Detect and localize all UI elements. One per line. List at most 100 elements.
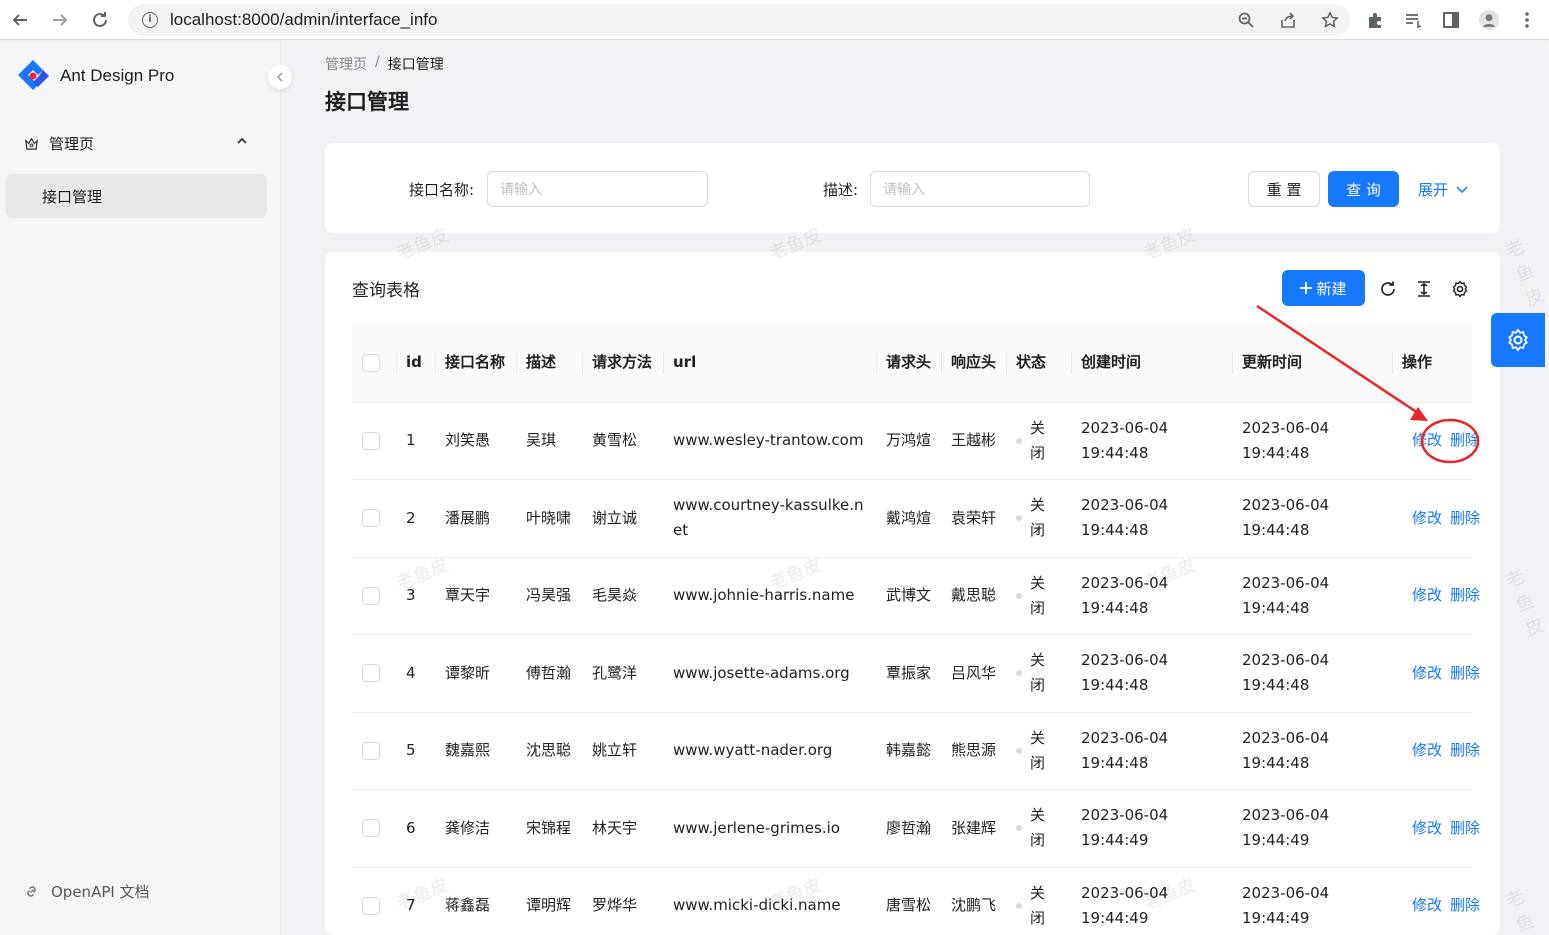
row-checkbox[interactable] xyxy=(362,664,380,683)
column-header-desc[interactable]: 描述 xyxy=(516,324,582,403)
cell-url: www.wesley-trantow.com xyxy=(663,402,876,480)
row-checkbox[interactable] xyxy=(362,586,380,605)
table-header-row: id 接口名称 描述 请求方法 url 请求头 响应头 状态 创建时间 更新时间… xyxy=(352,324,1472,403)
site-info-icon[interactable]: i xyxy=(142,12,158,28)
row-checkbox[interactable] xyxy=(362,431,380,450)
column-height-icon[interactable] xyxy=(1414,279,1434,299)
delete-link[interactable]: 删除 xyxy=(1450,896,1480,914)
collapse-sidebar-button[interactable] xyxy=(268,65,292,89)
column-header-request-header[interactable]: 请求头 xyxy=(876,324,941,403)
openapi-docs-link[interactable]: OpenAPI 文档 xyxy=(24,881,150,902)
back-icon[interactable] xyxy=(0,0,40,40)
menu-group-admin[interactable]: 管理页 xyxy=(6,123,268,163)
row-checkbox[interactable] xyxy=(362,509,380,528)
plus-icon xyxy=(1300,282,1313,294)
updated-time: 19:44:48 xyxy=(1242,753,1310,772)
address-bar[interactable]: i localhost:8000/admin/interface_info xyxy=(128,4,1350,36)
reload-table-icon[interactable] xyxy=(1378,279,1398,299)
column-header-method[interactable]: 请求方法 xyxy=(582,324,663,403)
name-search-input[interactable]: 请输入 xyxy=(487,171,708,207)
cell-name: 谭黎昕 xyxy=(435,634,516,713)
status-dot-icon xyxy=(1016,515,1022,522)
delete-link[interactable]: 删除 xyxy=(1450,819,1480,837)
row-select-cell[interactable] xyxy=(352,712,396,790)
cell-request-header: 唐雪松 xyxy=(876,867,941,935)
app-logo[interactable]: Ant Design Pro xyxy=(14,57,174,95)
row-checkbox[interactable] xyxy=(362,741,380,760)
desc-search-placeholder: 请输入 xyxy=(883,182,925,198)
browser-menu-icon[interactable] xyxy=(1517,10,1537,30)
edit-link[interactable]: 修改 xyxy=(1412,664,1442,682)
new-button[interactable]: 新建 xyxy=(1282,270,1365,306)
cell-method: 姚立轩 xyxy=(582,712,663,790)
extensions-icon[interactable] xyxy=(1365,10,1385,30)
bookmark-star-icon[interactable] xyxy=(1320,10,1340,30)
delete-link[interactable]: 删除 xyxy=(1450,431,1480,449)
row-select-cell[interactable] xyxy=(352,479,396,558)
updated-date: 2023-06-04 xyxy=(1242,651,1330,670)
column-header-name[interactable]: 接口名称 xyxy=(435,324,516,403)
cell-id: 2 xyxy=(396,479,435,558)
column-settings-icon[interactable] xyxy=(1450,279,1470,299)
page-title: 接口管理 xyxy=(325,90,409,114)
row-select-cell[interactable] xyxy=(352,402,396,480)
row-select-cell[interactable] xyxy=(352,867,396,935)
cell-updated-at: 2023-06-04 19:44:48 xyxy=(1232,402,1392,480)
cell-actions: 修改 删除 xyxy=(1392,867,1480,935)
created-date: 2023-06-04 xyxy=(1081,496,1169,515)
edit-link[interactable]: 修改 xyxy=(1412,819,1442,837)
cell-id: 5 xyxy=(396,712,435,790)
column-header-url[interactable]: url xyxy=(663,324,876,403)
created-date: 2023-06-04 xyxy=(1081,728,1169,747)
table-card: 查询表格 新建 id 接口名称 描述 请求方法 url 请求头 响应头 状态 创… xyxy=(325,252,1500,935)
updated-time: 19:44:48 xyxy=(1242,676,1310,695)
edit-link[interactable]: 修改 xyxy=(1412,896,1442,914)
sidebar-item-interface-manage[interactable]: 接口管理 xyxy=(6,174,267,218)
row-select-cell[interactable] xyxy=(352,634,396,713)
settings-drawer-button[interactable] xyxy=(1491,313,1545,367)
row-checkbox[interactable] xyxy=(362,896,380,915)
cell-status: 关闭 xyxy=(1006,479,1071,558)
expand-button[interactable]: 展开 xyxy=(1413,171,1473,207)
column-header-created-at[interactable]: 创建时间 xyxy=(1071,324,1232,403)
share-icon[interactable] xyxy=(1278,10,1298,30)
cell-response-header: 王越彬 xyxy=(941,402,1006,480)
created-date: 2023-06-04 xyxy=(1081,573,1169,592)
delete-link[interactable]: 删除 xyxy=(1450,664,1480,682)
edit-link[interactable]: 修改 xyxy=(1412,509,1442,527)
column-header-id[interactable]: id xyxy=(396,324,435,403)
cell-created-at: 2023-06-04 19:44:48 xyxy=(1071,479,1232,558)
edit-link[interactable]: 修改 xyxy=(1412,431,1442,449)
row-checkbox[interactable] xyxy=(362,819,380,838)
page-scrollbar[interactable] xyxy=(1545,41,1549,935)
column-header-status[interactable]: 状态 xyxy=(1006,324,1071,403)
row-select-cell[interactable] xyxy=(352,789,396,868)
media-queue-icon[interactable] xyxy=(1403,10,1423,30)
forward-icon[interactable] xyxy=(40,0,80,40)
column-header-updated-at[interactable]: 更新时间 xyxy=(1232,324,1392,403)
select-all-checkbox[interactable] xyxy=(362,353,380,372)
delete-link[interactable]: 删除 xyxy=(1450,741,1480,759)
profile-avatar-icon[interactable] xyxy=(1479,10,1499,30)
search-form: 接口名称: 请输入 描述: 请输入 重 置 查 询 展开 xyxy=(325,143,1500,233)
reset-button[interactable]: 重 置 xyxy=(1248,171,1320,207)
delete-link[interactable]: 删除 xyxy=(1450,586,1480,604)
reload-icon[interactable] xyxy=(80,0,120,40)
desc-search-input[interactable]: 请输入 xyxy=(870,171,1090,207)
link-icon xyxy=(27,886,36,897)
breadcrumb-item-admin[interactable]: 管理页 xyxy=(325,54,367,74)
delete-link[interactable]: 删除 xyxy=(1450,509,1480,527)
status-text: 关闭 xyxy=(1030,573,1046,617)
select-all-cell[interactable] xyxy=(352,324,396,403)
edit-link[interactable]: 修改 xyxy=(1412,586,1442,604)
edit-link[interactable]: 修改 xyxy=(1412,741,1442,759)
cell-name: 魏嘉熙 xyxy=(435,712,516,790)
query-button[interactable]: 查 询 xyxy=(1328,171,1399,207)
zoom-icon[interactable] xyxy=(1236,10,1256,30)
cell-updated-at: 2023-06-04 19:44:48 xyxy=(1232,634,1392,713)
cell-method: 林天宇 xyxy=(582,789,663,868)
row-select-cell[interactable] xyxy=(352,557,396,635)
cell-created-at: 2023-06-04 19:44:49 xyxy=(1071,867,1232,935)
side-panel-icon[interactable] xyxy=(1441,10,1461,30)
column-header-response-header[interactable]: 响应头 xyxy=(941,324,1006,403)
